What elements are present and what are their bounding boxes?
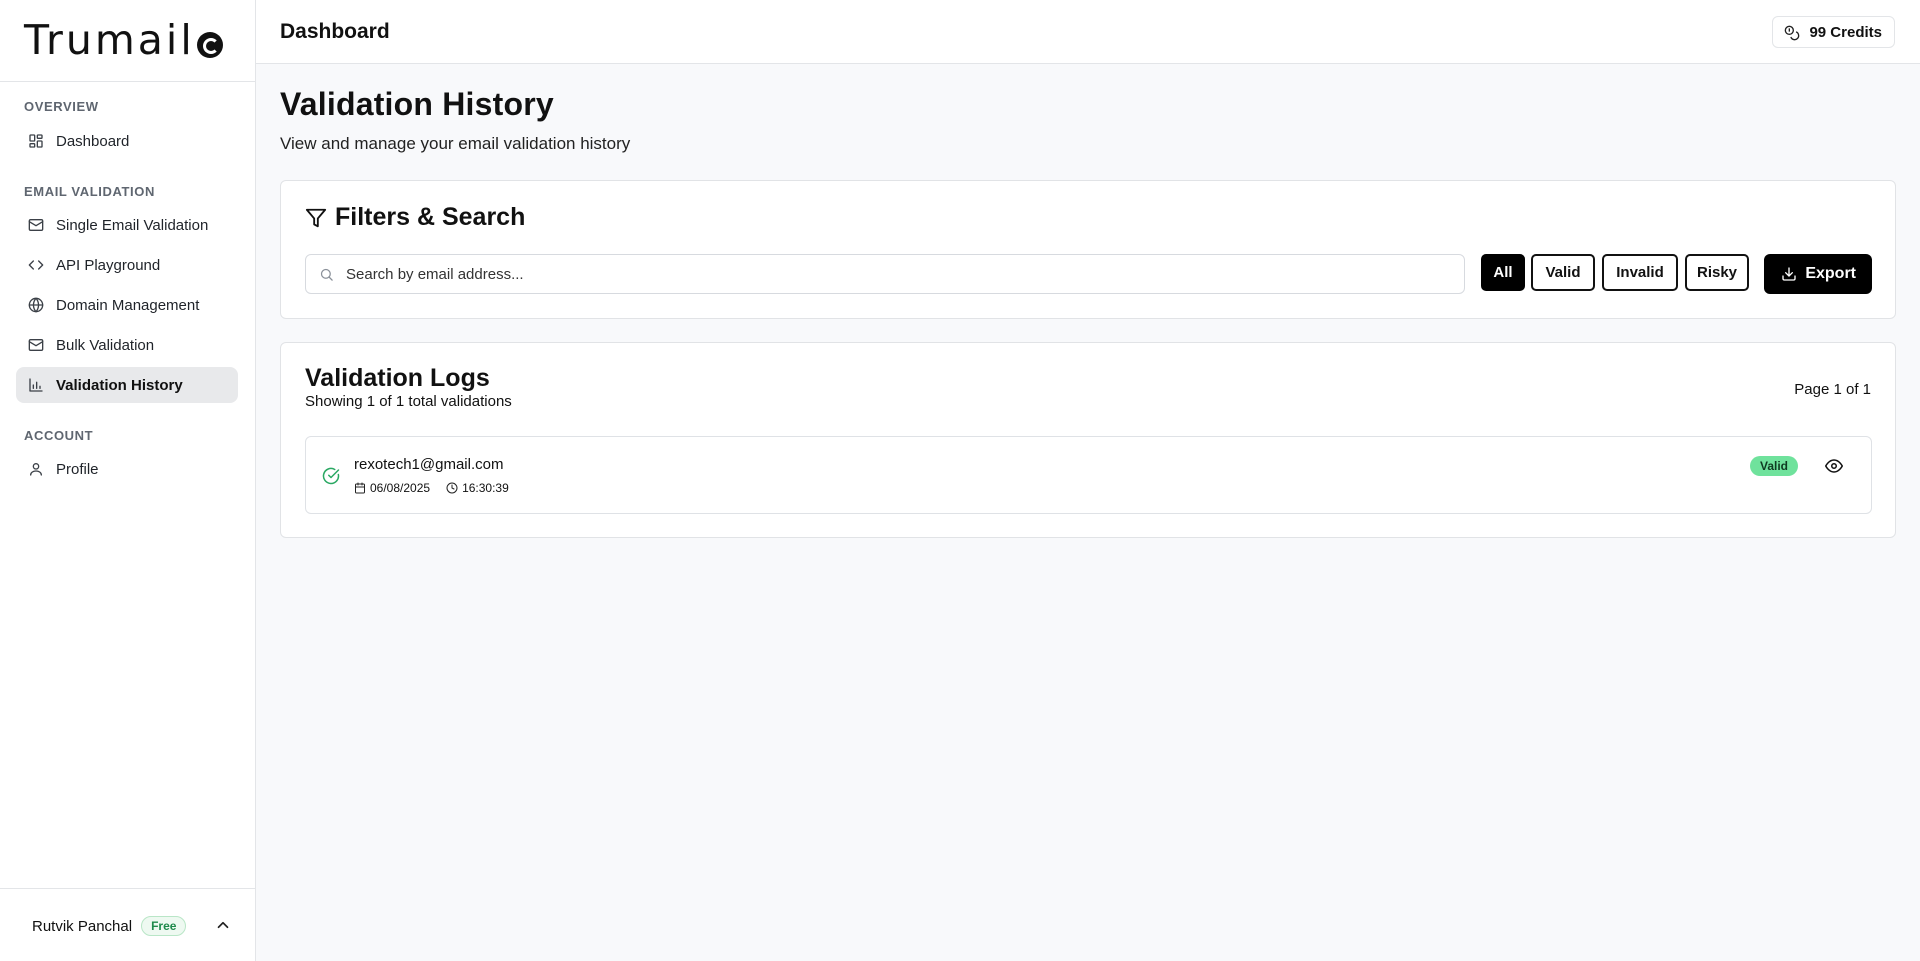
sidebar-item-bulk-validation[interactable]: Bulk Validation bbox=[16, 327, 238, 363]
row-date-text: 06/08/2025 bbox=[370, 481, 431, 495]
filter-icon bbox=[305, 208, 327, 227]
top-header: Dashboard 99 Credits bbox=[256, 0, 1920, 64]
user-menu[interactable]: Rutvik Panchal Free bbox=[32, 913, 187, 939]
filters-title-text: Filters & Search bbox=[335, 203, 526, 231]
sidebar-item-label: Domain Management bbox=[56, 296, 200, 314]
section-label-account: ACCOUNT bbox=[24, 428, 94, 443]
mail-icon bbox=[28, 339, 44, 351]
calendar-icon bbox=[355, 482, 365, 494]
sidebar: Trumail OVERVIEW Dashboard EMAIL VALIDAT… bbox=[0, 0, 256, 961]
sidebar-item-label: Single Email Validation bbox=[56, 216, 209, 234]
sidebar-item-label: Profile bbox=[56, 460, 99, 478]
globe-icon bbox=[28, 297, 44, 313]
plan-badge: Free bbox=[141, 916, 187, 936]
search-icon bbox=[320, 268, 333, 281]
filter-chip-valid[interactable]: Valid bbox=[1531, 254, 1595, 291]
user-name: Rutvik Panchal bbox=[32, 917, 133, 935]
credits-label: 99 Credits bbox=[1809, 23, 1882, 41]
status-badge: Valid bbox=[1750, 456, 1799, 476]
filter-chip-invalid[interactable]: Invalid bbox=[1602, 254, 1678, 291]
logo-mark-icon bbox=[196, 32, 223, 58]
row-time-text: 16:30:39 bbox=[462, 481, 509, 495]
page-subtitle: View and manage your email validation hi… bbox=[280, 134, 631, 153]
sidebar-item-label: Validation History bbox=[56, 376, 183, 394]
section-label-overview: OVERVIEW bbox=[24, 99, 99, 114]
filters-card: Filters & Search All Valid Invalid Risky… bbox=[280, 180, 1896, 319]
grid-icon bbox=[29, 134, 43, 148]
page-title: Validation History bbox=[280, 86, 554, 122]
export-label: Export bbox=[1805, 265, 1856, 282]
logs-summary: Showing 1 of 1 total validations bbox=[305, 393, 512, 410]
logs-title: Validation Logs bbox=[305, 364, 490, 392]
logo-text: Trumail bbox=[24, 15, 195, 64]
sidebar-item-label: Bulk Validation bbox=[56, 336, 155, 354]
view-details-button[interactable] bbox=[1825, 457, 1843, 475]
section-label-email-validation: EMAIL VALIDATION bbox=[24, 184, 155, 199]
user-icon bbox=[30, 463, 42, 476]
bar-chart-icon bbox=[29, 378, 43, 392]
app-logo[interactable]: Trumail bbox=[24, 18, 223, 62]
search-input[interactable] bbox=[346, 255, 1446, 293]
sidebar-item-dashboard[interactable]: Dashboard bbox=[16, 123, 238, 159]
sidebar-item-label: Dashboard bbox=[56, 132, 130, 150]
row-date: 06/08/2025 bbox=[354, 481, 430, 495]
search-box bbox=[305, 254, 1465, 294]
credits-button[interactable]: 99 Credits bbox=[1772, 16, 1895, 48]
sidebar-item-single-email-validation[interactable]: Single Email Validation bbox=[16, 207, 238, 243]
export-button[interactable]: Export bbox=[1764, 254, 1872, 294]
code-icon bbox=[28, 260, 44, 270]
user-menu-toggle[interactable] bbox=[214, 916, 232, 934]
sidebar-item-validation-history[interactable]: Validation History bbox=[16, 367, 238, 403]
sidebar-item-domain-management[interactable]: Domain Management bbox=[16, 287, 238, 323]
filter-chip-risky[interactable]: Risky bbox=[1685, 254, 1749, 291]
sidebar-item-profile[interactable]: Profile bbox=[16, 451, 238, 487]
validation-logs-card: Validation Logs Showing 1 of 1 total val… bbox=[280, 342, 1896, 538]
clock-icon bbox=[446, 482, 458, 494]
sidebar-item-label: API Playground bbox=[56, 256, 161, 274]
table-row[interactable]: rexotech1@gmail.com 06/08/2025 16:30:39 … bbox=[305, 436, 1872, 514]
mail-icon bbox=[28, 219, 44, 231]
row-meta: 06/08/2025 16:30:39 bbox=[354, 481, 525, 495]
row-time: 16:30:39 bbox=[446, 481, 509, 495]
sidebar-item-api-playground[interactable]: API Playground bbox=[16, 247, 238, 283]
coins-icon bbox=[1785, 25, 1800, 41]
eye-icon bbox=[1825, 459, 1843, 473]
sidebar-divider bbox=[0, 81, 255, 82]
page-indicator: Page 1 of 1 bbox=[1794, 381, 1871, 398]
filters-title: Filters & Search bbox=[305, 203, 525, 232]
row-email: rexotech1@gmail.com bbox=[354, 456, 504, 473]
sidebar-divider bbox=[0, 888, 255, 889]
download-icon bbox=[1782, 267, 1796, 281]
chevron-up-icon bbox=[217, 921, 229, 929]
filter-chip-all[interactable]: All bbox=[1481, 254, 1525, 291]
header-title: Dashboard bbox=[280, 20, 390, 43]
check-circle-icon bbox=[322, 467, 340, 485]
